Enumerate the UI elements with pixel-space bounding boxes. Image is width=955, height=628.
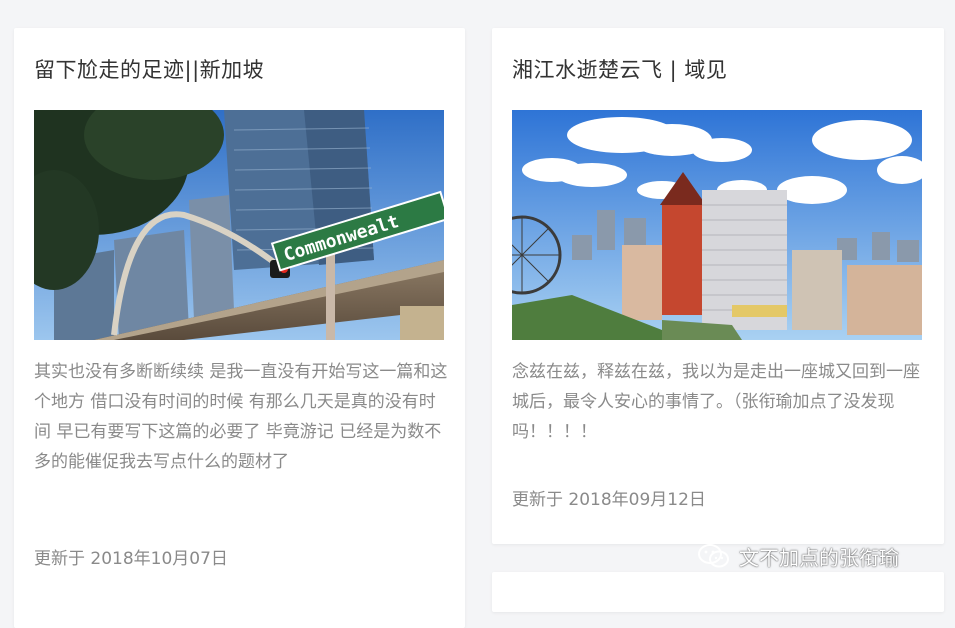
post-title[interactable]: 湘江水逝楚云飞 | 域见	[512, 54, 727, 84]
wechat-watermark: 文不加点的张衔瑜	[697, 541, 899, 571]
post-cover-image[interactable]	[512, 110, 922, 340]
post-updated-date: 更新于 2018年09月12日	[512, 490, 706, 510]
post-excerpt: 其实也没有多断断续续 是我一直没有开始写这一篇和这个地方 借口没有时间的时候 有…	[34, 362, 448, 472]
post-cover-image[interactable]: Commonwealt	[34, 110, 444, 340]
watermark-text: 文不加点的张衔瑜	[739, 545, 899, 570]
post-card-singapore[interactable]: 留下尬走的足迹||新加坡 Commonwealt 其实也没有多断断续续 是我一直…	[14, 28, 465, 628]
post-card-changsha[interactable]: 湘江水逝楚云飞 | 域见 念兹在兹，释兹在兹，我以为是走出一座城又回到一座城后，…	[492, 28, 944, 544]
wechat-icon	[698, 544, 729, 568]
post-updated-date: 更新于 2018年10月07日	[34, 549, 228, 569]
post-card-next[interactable]	[492, 572, 944, 612]
post-title[interactable]: 留下尬走的足迹||新加坡	[34, 54, 264, 84]
post-excerpt: 念兹在兹，释兹在兹，我以为是走出一座城又回到一座城后，最令人安心的事情了。（张衔…	[512, 362, 920, 442]
